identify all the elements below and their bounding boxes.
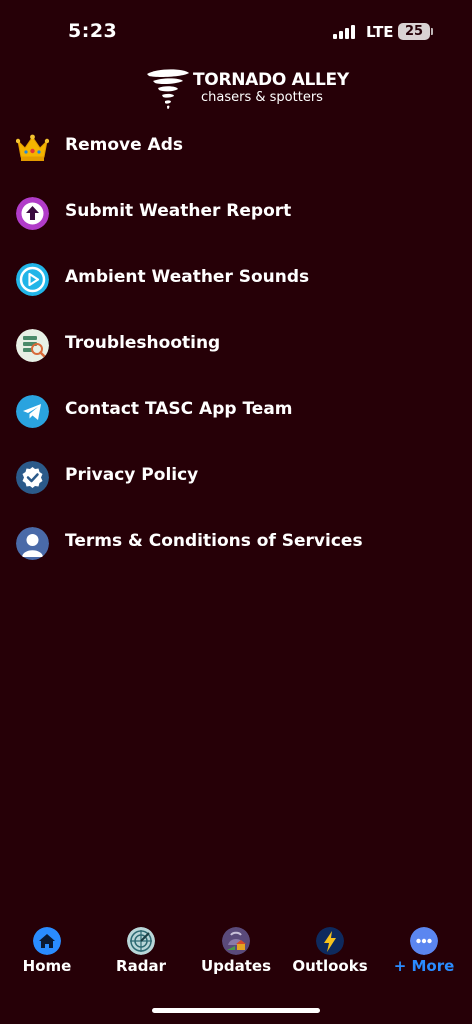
logo-title: TORNADO ALLEY: [193, 70, 349, 90]
battery-icon: 25: [398, 23, 430, 40]
tab-more[interactable]: + More: [377, 924, 471, 984]
network-type: LTE: [366, 23, 394, 41]
crown-icon: [16, 134, 49, 161]
play-icon: [16, 263, 49, 296]
menu-item-label: Submit Weather Report: [65, 201, 292, 221]
menu-item-label: Privacy Policy: [65, 465, 199, 485]
more-dots-icon: [410, 927, 438, 955]
status-bar: 5:23 LTE 25: [0, 0, 472, 60]
tab-home[interactable]: Home: [0, 924, 94, 984]
menu-item-label: Troubleshooting: [65, 333, 221, 353]
menu-item-submit-weather-report[interactable]: Submit Weather Report: [0, 181, 472, 247]
tab-outlooks[interactable]: Outlooks: [283, 924, 377, 984]
lightning-icon: [316, 927, 344, 955]
tab-label: + More: [393, 957, 455, 975]
updates-icon: [222, 927, 250, 955]
app-logo: TORNADO ALLEY chasers & spotters: [145, 66, 349, 114]
menu-item-label: Remove Ads: [65, 135, 183, 155]
verified-check-icon: [16, 461, 49, 494]
tab-label: Home: [22, 957, 72, 975]
tab-label: Radar: [116, 957, 166, 975]
user-icon: [16, 527, 49, 560]
radar-icon: [127, 927, 155, 955]
menu-item-remove-ads[interactable]: Remove Ads: [0, 115, 472, 181]
signal-icon: [333, 25, 357, 39]
upload-arrow-icon: [16, 197, 49, 230]
menu-item-privacy-policy[interactable]: Privacy Policy: [0, 445, 472, 511]
home-icon: [33, 927, 61, 955]
menu-item-label: Terms & Conditions of Services: [65, 531, 363, 551]
tab-updates[interactable]: Updates: [189, 924, 283, 984]
menu-item-terms-conditions[interactable]: Terms & Conditions of Services: [0, 511, 472, 577]
telegram-icon: [16, 395, 49, 428]
logo-subtitle: chasers & spotters: [201, 90, 323, 105]
tornado-icon: [147, 69, 189, 110]
menu-item-label: Ambient Weather Sounds: [65, 267, 310, 287]
menu-item-ambient-weather-sounds[interactable]: Ambient Weather Sounds: [0, 247, 472, 313]
tab-bar: Home Radar Updates Outlooks + More: [0, 924, 472, 984]
home-indicator[interactable]: [152, 1008, 320, 1013]
menu-item-contact-tasc-app-team[interactable]: Contact TASC App Team: [0, 379, 472, 445]
tab-label: Outlooks: [292, 957, 368, 975]
tab-radar[interactable]: Radar: [94, 924, 188, 984]
more-menu: Remove Ads Submit Weather Report Ambient…: [0, 115, 472, 577]
menu-item-label: Contact TASC App Team: [65, 399, 293, 419]
tab-label: Updates: [200, 957, 272, 975]
menu-item-troubleshooting[interactable]: Troubleshooting: [0, 313, 472, 379]
status-time: 5:23: [68, 20, 118, 42]
battery-tip: [431, 28, 433, 35]
troubleshoot-icon: [16, 329, 49, 362]
